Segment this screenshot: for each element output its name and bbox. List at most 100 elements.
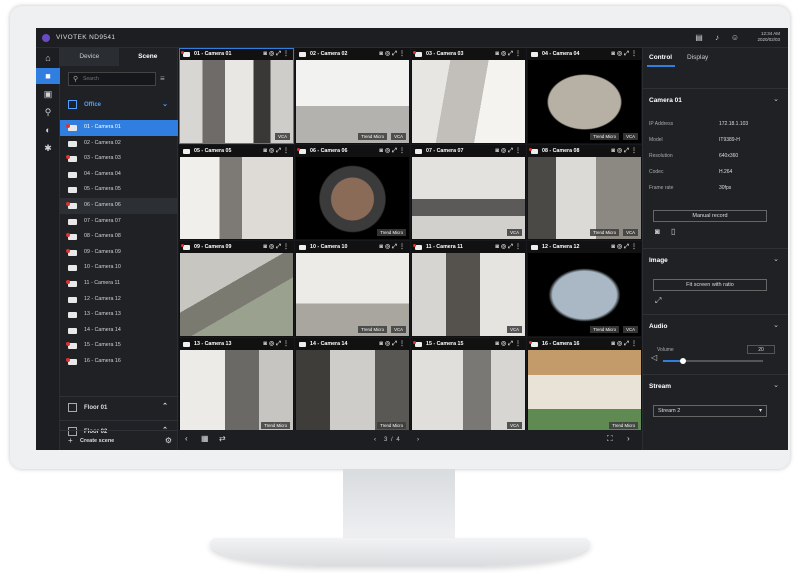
camera-list-item[interactable]: 12 - Camera 12 — [60, 292, 178, 308]
camera-video-feed[interactable] — [180, 60, 293, 143]
camera-list-item[interactable]: 06 - Camera 06 — [60, 197, 178, 214]
camera-tile[interactable]: 09 - Camera 09 ◙◎⤢⋮ — [179, 241, 294, 337]
chevron-up-icon[interactable]: ⌃ — [162, 402, 168, 410]
fit-screen-button[interactable]: Fit screen with ratio — [653, 279, 767, 291]
camera-list-item[interactable]: 14 - Camera 14 — [60, 323, 178, 339]
filter-icon[interactable]: ≡ — [160, 74, 165, 83]
bookmark-icon[interactable]: ▯ — [671, 227, 675, 236]
volume-knob[interactable] — [680, 358, 686, 364]
chevron-down-icon[interactable]: ⌄ — [773, 321, 779, 329]
floor-group[interactable]: Floor 01 ⌃ — [60, 396, 178, 418]
camera-list-item[interactable]: 10 - Camera 10 — [60, 260, 178, 276]
fullscreen-icon[interactable]: ⛶ — [607, 434, 613, 444]
tile-actions-icon[interactable]: ◙◎⤢⋮ — [611, 146, 639, 157]
stream-select[interactable]: Stream 2 ▾ — [653, 405, 767, 417]
camera-video-feed[interactable] — [296, 156, 409, 240]
playback-icon[interactable]: ▣ — [36, 86, 60, 102]
tile-actions-icon[interactable]: ◙◎⤢⋮ — [263, 339, 291, 350]
camera-list-item[interactable]: 04 - Camera 04 — [60, 167, 178, 183]
camera-video-feed[interactable] — [528, 156, 641, 240]
tab-scene[interactable]: Scene — [119, 48, 178, 66]
tile-actions-icon[interactable]: ◙◎⤢⋮ — [379, 146, 407, 157]
camera-tile[interactable]: 10 - Camera 10 ◙◎⤢⋮ Trend Micro VCA — [295, 241, 410, 337]
tile-actions-icon[interactable]: ◙◎⤢⋮ — [495, 242, 523, 253]
camera-list-item[interactable]: 13 - Camera 13 — [60, 307, 178, 323]
camera-video-feed[interactable] — [296, 253, 409, 336]
event-icon[interactable]: ◐ — [36, 122, 60, 138]
camera-tile[interactable]: 13 - Camera 13 ◙◎⤢⋮ Trend Micro — [179, 337, 294, 433]
camera-video-feed[interactable] — [296, 349, 409, 433]
bell-icon[interactable]: ♪ — [712, 33, 722, 43]
office-group[interactable]: Office ⌄ — [60, 94, 178, 116]
camera-video-feed[interactable] — [412, 156, 525, 240]
camera-tile[interactable]: 06 - Camera 06 ◙◎⤢⋮ Trend Micro — [295, 144, 410, 240]
tile-actions-icon[interactable]: ◙◎⤢⋮ — [379, 242, 407, 253]
camera-tile[interactable]: 04 - Camera 04 ◙◎⤢⋮ Trend Micro VCA — [527, 48, 642, 144]
camera-tile[interactable]: 11 - Camera 11 ◙◎⤢⋮ VCA — [411, 241, 526, 337]
swap-icon[interactable]: ⇄ — [219, 434, 226, 443]
tile-actions-icon[interactable]: ◙◎⤢⋮ — [379, 49, 407, 60]
expand-icon[interactable]: ⤢ — [655, 296, 661, 306]
chevron-down-icon[interactable]: ⌄ — [773, 255, 779, 263]
camera-video-feed[interactable] — [412, 60, 525, 143]
tile-actions-icon[interactable]: ◙◎⤢⋮ — [611, 242, 639, 253]
tile-actions-icon[interactable]: ◙◎⤢⋮ — [495, 49, 523, 60]
tile-actions-icon[interactable]: ◙◎⤢⋮ — [611, 49, 639, 60]
camera-tile[interactable]: 03 - Camera 03 ◙◎⤢⋮ — [411, 48, 526, 144]
camera-tile[interactable]: 01 - Camera 01 ◙◎⤢⋮ VCA — [179, 48, 294, 144]
camera-list-item[interactable]: 07 - Camera 07 — [60, 214, 178, 230]
camera-list-item[interactable]: 11 - Camera 11 — [60, 276, 178, 292]
chevron-right-icon[interactable]: › — [627, 434, 630, 443]
camera-video-feed[interactable] — [528, 253, 641, 336]
volume-slider[interactable] — [663, 358, 763, 364]
tile-actions-icon[interactable]: ◙◎⤢⋮ — [495, 339, 523, 350]
camera-video-feed[interactable] — [296, 60, 409, 143]
camera-list-item[interactable]: 09 - Camera 09 — [60, 245, 178, 261]
create-scene-button[interactable]: Create scene — [80, 438, 114, 444]
camera-tile[interactable]: 12 - Camera 12 ◙◎⤢⋮ Trend Micro VCA — [527, 241, 642, 337]
tab-control[interactable]: Control — [646, 54, 676, 67]
liveview-camera-icon[interactable]: ■ — [36, 68, 60, 84]
database-icon[interactable]: ▤ — [694, 33, 704, 43]
camera-list-item[interactable]: 16 - Camera 16 — [60, 354, 178, 370]
manual-record-button[interactable]: Manual record — [653, 210, 767, 222]
camera-video-feed[interactable] — [412, 349, 525, 433]
snapshot-camera-icon[interactable]: ◙ — [655, 227, 660, 236]
tile-actions-icon[interactable]: ◙◎⤢⋮ — [379, 339, 407, 350]
settings-icon[interactable]: ✱ — [36, 140, 60, 156]
tab-device[interactable]: Device — [60, 48, 119, 66]
camera-tile[interactable]: 08 - Camera 08 ◙◎⤢⋮ Trend Micro VCA — [527, 144, 642, 240]
camera-video-feed[interactable] — [180, 349, 293, 433]
camera-tile[interactable]: 02 - Camera 02 ◙◎⤢⋮ Trend Micro VCA — [295, 48, 410, 144]
layout-grid-icon[interactable]: ▦ — [201, 434, 209, 443]
chevron-down-icon[interactable]: ⌄ — [773, 381, 779, 389]
chevron-left-icon[interactable]: ‹ — [185, 434, 188, 443]
search-nav-icon[interactable]: ⚲ — [36, 104, 60, 120]
camera-tile[interactable]: 05 - Camera 05 ◙◎⤢⋮ — [179, 144, 294, 240]
page-next-icon[interactable]: › — [417, 437, 419, 443]
camera-tile[interactable]: 16 - Camera 16 ◙◎⤢⋮ Trend Micro — [527, 337, 642, 433]
camera-list-item[interactable]: 01 - Camera 01 — [60, 120, 178, 136]
search-input[interactable]: ⚲ Search — [68, 72, 156, 86]
camera-video-feed[interactable] — [180, 253, 293, 336]
volume-input[interactable]: 20 — [747, 345, 775, 354]
chevron-down-icon[interactable]: ⌄ — [773, 95, 779, 103]
tile-actions-icon[interactable]: ◙◎⤢⋮ — [495, 146, 523, 157]
tile-actions-icon[interactable]: ◙◎⤢⋮ — [263, 49, 291, 60]
tab-display[interactable]: Display — [687, 54, 708, 61]
chevron-down-icon[interactable]: ⌄ — [162, 100, 168, 108]
camera-tile[interactable]: 07 - Camera 07 ◙◎⤢⋮ VCA — [411, 144, 526, 240]
speaker-icon[interactable]: ◁ — [651, 353, 657, 362]
page-prev-icon[interactable]: ‹ — [374, 437, 376, 443]
camera-video-feed[interactable] — [528, 60, 641, 143]
camera-video-feed[interactable] — [180, 156, 293, 240]
tile-actions-icon[interactable]: ◙◎⤢⋮ — [611, 339, 639, 350]
camera-tile[interactable]: 14 - Camera 14 ◙◎⤢⋮ Trend Micro — [295, 337, 410, 433]
camera-list-item[interactable]: 08 - Camera 08 — [60, 229, 178, 245]
camera-list-item[interactable]: 15 - Camera 15 — [60, 338, 178, 354]
camera-list-item[interactable]: 02 - Camera 02 — [60, 136, 178, 152]
camera-list-item[interactable]: 03 - Camera 03 — [60, 151, 178, 167]
user-icon[interactable]: ☺ — [730, 33, 740, 43]
gear-icon[interactable]: ⚙ — [165, 436, 172, 445]
tile-actions-icon[interactable]: ◙◎⤢⋮ — [263, 146, 291, 157]
